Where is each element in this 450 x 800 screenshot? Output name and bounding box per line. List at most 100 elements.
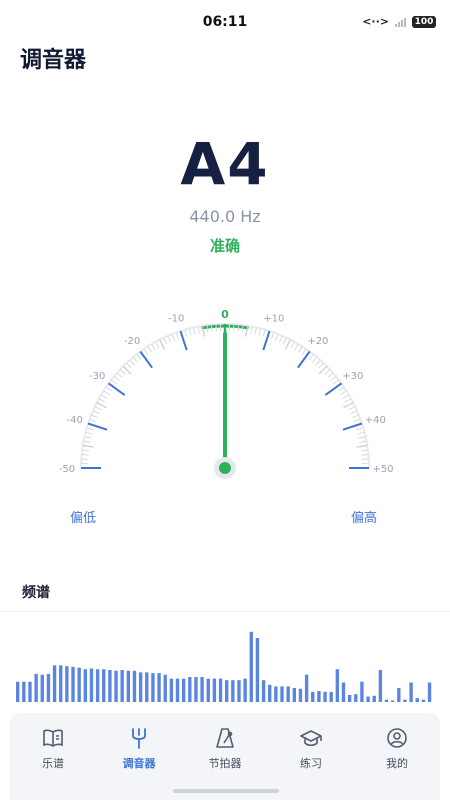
minor-tick: [356, 427, 364, 431]
gauge-label: +50: [372, 464, 393, 475]
user-icon: [385, 726, 409, 750]
spectrum-bar: [65, 666, 69, 702]
spectrum-bar: [126, 670, 131, 702]
battery-icon: 100: [412, 15, 436, 28]
tab-tuner[interactable]: 调音器: [96, 713, 182, 800]
spectrum-bar: [225, 680, 229, 702]
spectrum-bar: [34, 673, 38, 702]
minor-tick: [338, 386, 345, 392]
spectrum-bar: [89, 668, 94, 702]
tuning-fork-icon: [127, 726, 151, 750]
spectrum-bar: [427, 682, 432, 702]
minor-tick: [270, 332, 275, 340]
spectrum-bar: [292, 687, 296, 702]
spectrum-bar: [335, 669, 340, 702]
minor-tick: [116, 372, 123, 378]
minor-tick: [132, 356, 139, 363]
minor-tick: [294, 343, 299, 351]
spectrum-bar: [138, 672, 143, 702]
minor-tick: [197, 326, 200, 334]
tab-label: 调音器: [122, 757, 156, 770]
minor-tick: [98, 398, 106, 403]
gauge-zero-label: 0: [221, 308, 229, 321]
home-indicator: [173, 789, 279, 793]
minor-tick: [129, 359, 135, 366]
spectrum-bar: [311, 691, 315, 702]
spectrum-bar: [249, 631, 253, 702]
tab-sheet-music[interactable]: 乐谱: [10, 713, 96, 800]
spectrum-bar: [218, 678, 223, 702]
minor-tick: [163, 337, 168, 345]
minor-tick: [327, 372, 334, 378]
minor-tick: [311, 356, 318, 363]
spectrum-bar: [52, 665, 57, 702]
spectrum-bar: [298, 688, 303, 702]
minor-tick: [175, 332, 180, 340]
graduation-cap-icon: [299, 726, 323, 750]
minor-tick: [315, 359, 321, 366]
minor-tick: [250, 326, 253, 334]
spectrum-bar: [397, 687, 401, 702]
minor-tick: [151, 343, 156, 351]
spectrum-chart: [16, 631, 432, 702]
minor-tick: [92, 410, 100, 415]
major-tick: [297, 350, 311, 369]
spectrum-bar: [261, 680, 266, 702]
minor-tick: [330, 375, 337, 382]
minor-tick: [332, 379, 340, 385]
data-transfer-icon: <··>: [362, 15, 389, 28]
tuning-gauge: -10 -20 -30 -40 -50 +10 +20 +30 +40 +50 0: [59, 308, 394, 479]
spectrum-bar: [237, 680, 241, 702]
spectrum-bar: [206, 678, 210, 702]
spectrum-bar: [175, 678, 180, 702]
minor-tick: [359, 440, 367, 443]
status-icons: <··> 100: [362, 15, 436, 28]
minor-tick: [324, 369, 331, 375]
minor-tick: [171, 333, 176, 341]
gauge-label: -50: [59, 464, 75, 475]
mid-tick: [318, 365, 328, 375]
minor-tick: [84, 436, 92, 439]
spectrum-bar: [372, 695, 376, 702]
minor-tick: [361, 453, 369, 456]
flat-label: 偏低: [70, 511, 97, 526]
spectrum-bar: [77, 667, 81, 702]
minor-tick: [136, 353, 142, 361]
spectrum-bar: [40, 674, 44, 702]
minor-tick: [318, 362, 324, 369]
metronome-icon: [213, 726, 237, 750]
minor-tick: [262, 329, 266, 337]
tab-profile[interactable]: 我的: [354, 713, 440, 800]
minor-tick: [350, 410, 358, 415]
gauge-label: +10: [263, 314, 284, 325]
tuning-status: 准确: [209, 237, 240, 255]
minor-tick: [155, 341, 160, 349]
spectrum-bar: [194, 677, 198, 702]
tab-metronome[interactable]: 节拍器: [182, 713, 268, 800]
tab-label: 乐谱: [42, 757, 64, 770]
spectrum-bar: [390, 700, 395, 702]
minor-tick: [297, 346, 303, 353]
spectrum-bar: [317, 691, 321, 702]
major-tick: [139, 350, 153, 369]
minor-tick: [254, 327, 257, 335]
gauge-label: +30: [342, 371, 363, 382]
spectrum-bar: [341, 682, 346, 702]
minor-tick: [358, 436, 366, 439]
minor-tick: [86, 427, 94, 431]
spectrum-bar: [181, 678, 186, 702]
minor-tick: [237, 324, 240, 332]
tab-label: 练习: [300, 757, 322, 770]
minor-tick: [342, 394, 350, 399]
minor-tick: [113, 375, 120, 382]
minor-tick: [352, 414, 360, 419]
spectrum-bar: [360, 681, 364, 702]
spectrum-bar: [409, 682, 413, 702]
spectrum-bar: [200, 677, 204, 702]
spectrum-bar: [132, 670, 137, 702]
minor-tick: [188, 328, 192, 336]
gauge-label: +20: [307, 336, 328, 347]
tab-practice[interactable]: 练习: [268, 713, 354, 800]
minor-tick: [278, 335, 283, 343]
minor-tick: [89, 418, 97, 423]
